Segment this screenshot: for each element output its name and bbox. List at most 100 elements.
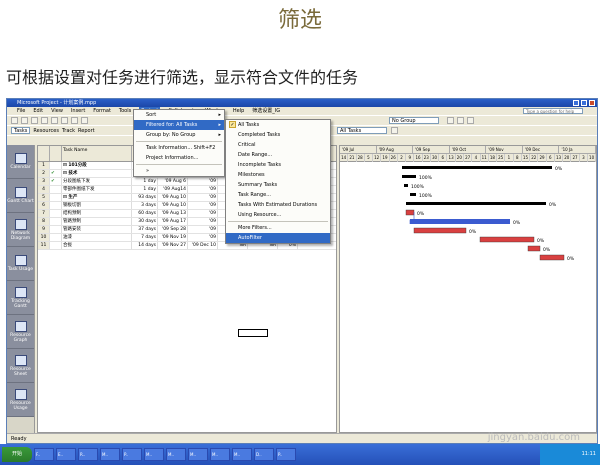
- menu-5[interactable]: Tools: [119, 107, 131, 115]
- cell-name[interactable]: 钢板切割: [62, 202, 132, 209]
- cell-ind[interactable]: [50, 186, 62, 193]
- view-item[interactable]: Resource Graph: [7, 315, 34, 349]
- view-item[interactable]: Gantt Chart: [7, 179, 34, 213]
- menu-1[interactable]: Edit: [33, 107, 43, 115]
- taskbar-button[interactable]: M..: [166, 448, 186, 461]
- gantt-bar[interactable]: [406, 202, 546, 205]
- group-dropdown[interactable]: No Group: [389, 117, 439, 124]
- taskbar-button[interactable]: P..: [122, 448, 142, 461]
- print-icon[interactable]: [41, 117, 48, 124]
- cell-dur[interactable]: 37 days: [132, 226, 158, 233]
- tasks-button[interactable]: Tasks: [11, 127, 31, 134]
- project-menu-item[interactable]: »: [134, 166, 224, 176]
- view-item[interactable]: Tracking Gantt: [7, 281, 34, 315]
- view-item[interactable]: Resource Sheet: [7, 349, 34, 383]
- taskbar-button[interactable]: M..: [232, 448, 252, 461]
- project-menu-item[interactable]: Sort ▸: [134, 110, 224, 120]
- cell-finish[interactable]: '09: [188, 210, 218, 217]
- gantt-bar[interactable]: [413, 227, 467, 234]
- cell-start[interactable]: '09 Aug 10: [158, 194, 188, 201]
- cell-name[interactable]: 管路预制: [62, 218, 132, 225]
- cell-finish[interactable]: '09: [188, 226, 218, 233]
- column-header[interactable]: [50, 146, 62, 161]
- taskbar-button[interactable]: M..: [144, 448, 164, 461]
- cell-ind[interactable]: [50, 194, 62, 201]
- copy-icon[interactable]: [71, 117, 78, 124]
- cell-ind[interactable]: [50, 242, 62, 249]
- minimize-icon[interactable]: [573, 100, 579, 106]
- view-item[interactable]: Task Usage: [7, 247, 34, 281]
- gantt-bar[interactable]: [402, 166, 552, 169]
- menu-4[interactable]: Format: [93, 107, 111, 115]
- filter-menu-item[interactable]: Critical: [226, 140, 330, 150]
- filter-menu-item[interactable]: More Filters...: [226, 223, 330, 233]
- cell-ind[interactable]: [50, 202, 62, 209]
- filter-menu-item[interactable]: Completed Tasks: [226, 130, 330, 140]
- project-menu-item[interactable]: Project Information...: [134, 153, 224, 163]
- taskbar-button[interactable]: F..: [34, 448, 54, 461]
- cell-ind[interactable]: [50, 162, 62, 169]
- taskbar-button[interactable]: R..: [78, 448, 98, 461]
- view-item[interactable]: Resource Usage: [7, 383, 34, 417]
- save-icon[interactable]: [31, 117, 38, 124]
- track-button[interactable]: Track: [62, 128, 75, 134]
- cell-name[interactable]: 管路安装: [62, 226, 132, 233]
- filter-menu-item[interactable]: Summary Tasks: [226, 180, 330, 190]
- gantt-bar[interactable]: [539, 254, 565, 261]
- filter-menu-item[interactable]: All Tasks ✓: [226, 120, 330, 130]
- gantt-bar[interactable]: [405, 209, 415, 216]
- cell-finish[interactable]: '09: [188, 178, 218, 185]
- report-button[interactable]: Report: [78, 128, 95, 134]
- close-icon[interactable]: [589, 100, 595, 106]
- menu-9[interactable]: Help: [233, 107, 244, 115]
- cell-name[interactable]: ⊟ 生产: [62, 194, 132, 201]
- cell-start[interactable]: '09 Aug 17: [158, 218, 188, 225]
- cell-start[interactable]: '09 Aug 10: [158, 202, 188, 209]
- filter-menu-item[interactable]: Task Range...: [226, 190, 330, 200]
- view-item[interactable]: Network Diagram: [7, 213, 34, 247]
- window-titlebar[interactable]: Microsoft Project - 计划案例.mpp: [7, 99, 597, 107]
- cell-selector[interactable]: [238, 329, 268, 337]
- cell-name[interactable]: ⊟ 技术: [62, 170, 132, 177]
- cell-start[interactable]: '09 Nov 27: [158, 242, 188, 249]
- gantt-bar[interactable]: [410, 193, 416, 196]
- cut-icon[interactable]: [61, 117, 68, 124]
- filter-menu-item[interactable]: Tasks With Estimated Durations: [226, 200, 330, 210]
- cell-start[interactable]: '09 Aug 13: [158, 210, 188, 217]
- cell-finish[interactable]: '09: [188, 218, 218, 225]
- resources-button[interactable]: Resources: [33, 128, 59, 134]
- taskbar-button[interactable]: P..: [276, 448, 296, 461]
- new-icon[interactable]: [11, 117, 18, 124]
- cell-finish[interactable]: '09: [188, 194, 218, 201]
- cell-ind[interactable]: [50, 210, 62, 217]
- cell-name[interactable]: ⊟ 101分段: [62, 162, 132, 169]
- cell-dur[interactable]: 14 days: [132, 242, 158, 249]
- cell-start[interactable]: '09 Aug14: [158, 186, 188, 193]
- cell-name[interactable]: 合拢: [62, 242, 132, 249]
- taskbar-button[interactable]: E..: [56, 448, 76, 461]
- gantt-bar[interactable]: [402, 175, 416, 178]
- menu-10[interactable]: 筛选设置_IG: [252, 107, 280, 115]
- autofilter-icon[interactable]: [391, 127, 398, 134]
- goto-task-icon[interactable]: [467, 117, 474, 124]
- view-item[interactable]: Calendar: [7, 145, 34, 179]
- cell-finish[interactable]: '09: [188, 234, 218, 241]
- cell-dur[interactable]: 60 days: [132, 210, 158, 217]
- filter-menu-item[interactable]: Using Resource...: [226, 210, 330, 220]
- project-menu-item[interactable]: Task Information... Shift+F2: [134, 143, 224, 153]
- gantt-bar[interactable]: [479, 236, 535, 243]
- cell-ind[interactable]: ✔: [50, 170, 62, 177]
- cell-finish[interactable]: '09: [188, 202, 218, 209]
- cell-start[interactable]: '09 Aug 6: [158, 178, 188, 185]
- preview-icon[interactable]: [51, 117, 58, 124]
- menu-2[interactable]: View: [51, 107, 63, 115]
- cell-dur[interactable]: 7 days: [132, 234, 158, 241]
- project-menu-item[interactable]: Group by: No Group ▸: [134, 130, 224, 140]
- cell-dur[interactable]: 1 day: [132, 186, 158, 193]
- start-button[interactable]: 开始: [2, 447, 32, 462]
- project-menu-item[interactable]: Filtered for: All Tasks ▸: [134, 120, 224, 130]
- cell-dur[interactable]: 93 days: [132, 194, 158, 201]
- gantt-bar[interactable]: [404, 184, 408, 187]
- cell-ind[interactable]: [50, 234, 62, 241]
- gantt-bar[interactable]: [410, 219, 510, 224]
